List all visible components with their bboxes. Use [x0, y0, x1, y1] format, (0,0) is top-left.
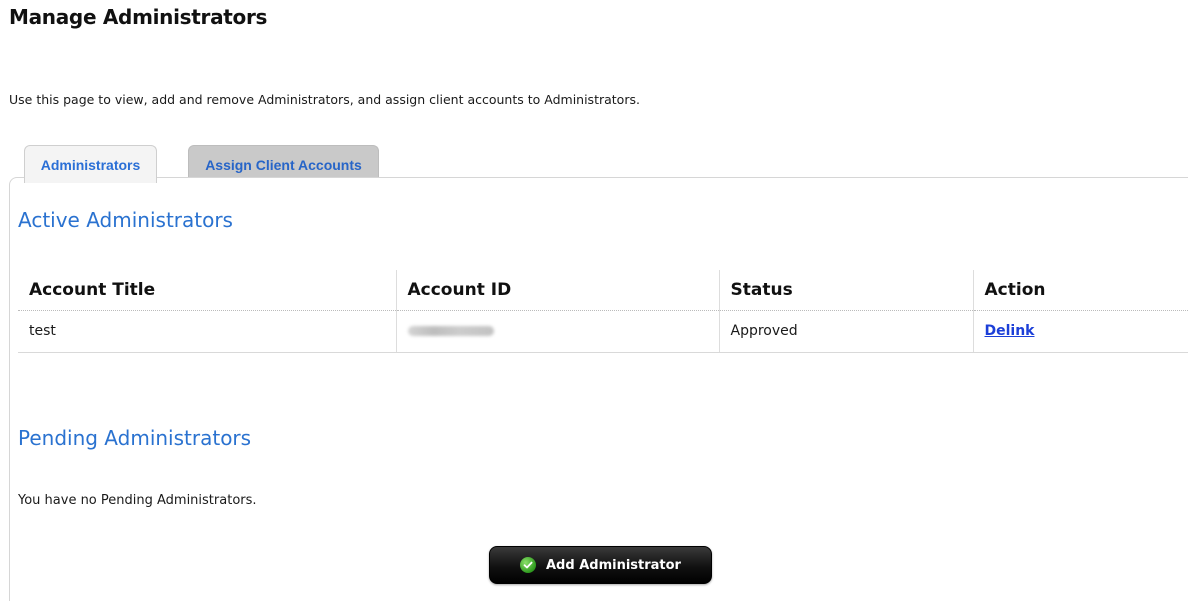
- manage-administrators-page: Manage Administrators Use this page to v…: [0, 0, 1188, 601]
- pending-administrators-heading: Pending Administrators: [18, 426, 252, 450]
- column-header-status: Status: [718, 270, 973, 311]
- add-administrator-label: Add Administrator: [546, 557, 681, 573]
- column-header-account-id: Account ID: [395, 270, 719, 311]
- delink-link[interactable]: Delink: [985, 323, 1035, 339]
- column-header-account-title: Account Title: [18, 270, 396, 311]
- column-header-action: Action: [972, 270, 1188, 311]
- no-pending-message: You have no Pending Administrators.: [18, 493, 257, 508]
- page-title: Manage Administrators: [9, 5, 268, 29]
- add-administrator-button[interactable]: Add Administrator: [489, 546, 712, 584]
- tab-administrators[interactable]: Administrators: [24, 145, 157, 183]
- cell-account-title: test: [18, 310, 396, 353]
- tab-label: Administrators: [40, 156, 141, 173]
- cell-status: Approved: [718, 310, 973, 353]
- active-administrators-heading: Active Administrators: [18, 208, 233, 232]
- active-administrators-table: Account Title Account ID Status Action t…: [18, 270, 1188, 353]
- table-row: test Approved Delink: [18, 310, 1188, 353]
- check-icon: [520, 557, 536, 573]
- redacted-account-id: [407, 326, 494, 336]
- page-intro: Use this page to view, add and remove Ad…: [9, 92, 640, 107]
- cell-action: Delink: [972, 310, 1188, 353]
- table-header-row: Account Title Account ID Status Action: [18, 270, 1188, 311]
- tab-label: Assign Client Accounts: [205, 156, 362, 173]
- tab-panel: [9, 177, 1188, 601]
- cell-account-id: [395, 310, 719, 353]
